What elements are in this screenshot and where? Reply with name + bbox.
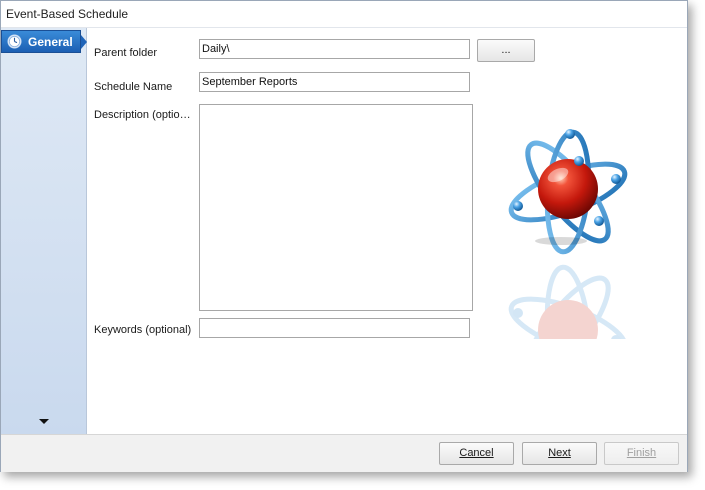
event-based-schedule-dialog: Event-Based Schedule General Parent fold… — [0, 0, 688, 472]
title-bar: Event-Based Schedule — [1, 1, 687, 28]
cancel-button-label: Cancel — [459, 447, 494, 459]
chevron-down-icon[interactable] — [39, 419, 49, 424]
parent-folder-label: Parent folder — [94, 47, 157, 59]
dialog-footer: Cancel Next Finish — [1, 434, 687, 472]
atom-icon — [501, 125, 636, 260]
keywords-field[interactable] — [199, 318, 470, 338]
cancel-button[interactable]: Cancel — [439, 442, 514, 465]
finish-button[interactable]: Finish — [604, 442, 679, 465]
parent-folder-field[interactable] — [199, 39, 470, 59]
sidebar-item-general[interactable]: General — [1, 30, 87, 53]
sidebar: General — [1, 28, 87, 434]
next-button[interactable]: Next — [522, 442, 597, 465]
atom-reflection — [501, 259, 636, 339]
schedule-name-label: Schedule Name — [94, 81, 173, 93]
clock-icon — [7, 34, 22, 49]
sidebar-item-label: General — [28, 35, 73, 49]
browse-folder-button[interactable]: ... — [477, 39, 535, 62]
next-button-label: Next — [548, 447, 571, 459]
description-field[interactable] — [199, 104, 473, 311]
window-title: Event-Based Schedule — [6, 7, 129, 21]
finish-button-label: Finish — [626, 447, 657, 459]
description-label: Description (optio… — [94, 109, 191, 121]
schedule-name-field[interactable] — [199, 72, 470, 92]
keywords-label: Keywords (optional) — [94, 324, 192, 336]
